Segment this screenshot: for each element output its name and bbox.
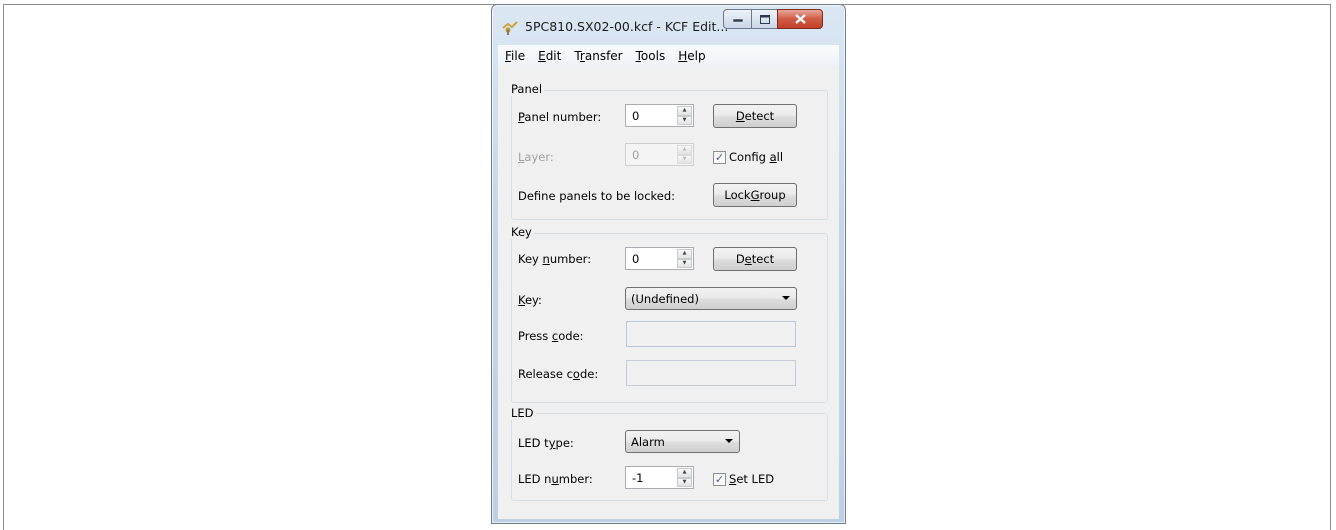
checkmark-icon: ✓ bbox=[713, 150, 726, 164]
key-number-spinner[interactable]: 0 ▲ ▼ bbox=[625, 247, 694, 270]
config-all-label: Config all bbox=[729, 150, 784, 164]
press-code-field[interactable] bbox=[626, 321, 796, 347]
menu-transfer[interactable]: Transfer bbox=[567, 49, 628, 63]
set-led-label: Set LED bbox=[729, 472, 775, 486]
panel-detect-button[interactable]: Detect bbox=[713, 104, 797, 128]
close-icon bbox=[794, 14, 806, 24]
spin-up-icon[interactable]: ▲ bbox=[677, 145, 692, 155]
press-code-label: Press code: bbox=[518, 329, 584, 343]
panel-number-label: Panel number: bbox=[518, 110, 602, 124]
menu-file[interactable]: File bbox=[498, 49, 531, 63]
layer-label: Layer: bbox=[518, 150, 554, 164]
minimize-icon bbox=[732, 18, 743, 22]
maximize-button[interactable] bbox=[751, 9, 777, 29]
led-group-title: LED bbox=[511, 406, 536, 420]
menu-help[interactable]: Help bbox=[671, 49, 711, 63]
key-number-spin-buttons: ▲ ▼ bbox=[677, 249, 692, 268]
checkmark-icon: ✓ bbox=[713, 472, 726, 486]
title-bar[interactable]: 5PC810.SX02-00.kcf - KCF Edit... bbox=[492, 5, 845, 43]
client-area: Panel Panel number: 0 ▲ ▼ Detect Layer: … bbox=[498, 66, 839, 519]
spin-down-icon[interactable]: ▼ bbox=[677, 258, 692, 268]
menu-tools[interactable]: Tools bbox=[629, 49, 672, 63]
release-code-label: Release code: bbox=[518, 367, 599, 381]
spin-down-icon[interactable]: ▼ bbox=[677, 154, 692, 164]
led-type-value: Alarm bbox=[631, 435, 665, 449]
panel-number-spinner[interactable]: 0 ▲ ▼ bbox=[625, 104, 694, 127]
set-led-checkbox[interactable]: ✓ Set LED bbox=[713, 471, 774, 487]
layer-spin-buttons: ▲ ▼ bbox=[677, 145, 692, 164]
dropdown-arrow-icon bbox=[782, 296, 790, 300]
lock-group-button[interactable]: Lock Group bbox=[713, 183, 797, 207]
led-number-label: LED number: bbox=[518, 472, 593, 486]
panel-group-title: Panel bbox=[511, 82, 545, 96]
panel-number-spin-buttons: ▲ ▼ bbox=[677, 106, 692, 125]
spin-down-icon[interactable]: ▼ bbox=[677, 115, 692, 125]
menu-bar: File Edit Transfer Tools Help bbox=[498, 45, 839, 67]
layer-value: 0 bbox=[632, 148, 640, 162]
lock-panels-label: Define panels to be locked: bbox=[518, 189, 676, 203]
window-title: 5PC810.SX02-00.kcf - KCF Edit... bbox=[525, 19, 729, 34]
spin-down-icon[interactable]: ▼ bbox=[677, 477, 692, 487]
config-all-checkbox[interactable]: ✓ Config all bbox=[713, 149, 783, 165]
dropdown-arrow-icon bbox=[725, 439, 733, 443]
led-type-select[interactable]: Alarm bbox=[625, 430, 740, 453]
key-select-value: (Undefined) bbox=[631, 292, 699, 306]
led-type-label: LED type: bbox=[518, 436, 574, 450]
kcf-editor-window: 5PC810.SX02-00.kcf - KCF Edit... File Ed… bbox=[491, 4, 846, 524]
release-code-field[interactable] bbox=[626, 360, 796, 386]
panel-number-value: 0 bbox=[632, 109, 640, 123]
key-detect-button[interactable]: De tect bbox=[713, 247, 797, 271]
maximize-icon bbox=[759, 14, 770, 24]
key-number-value: 0 bbox=[632, 252, 640, 266]
key-group-title: Key bbox=[511, 225, 534, 239]
key-number-label: Key number: bbox=[518, 252, 592, 266]
spin-up-icon[interactable]: ▲ bbox=[677, 468, 692, 478]
spin-up-icon[interactable]: ▲ bbox=[677, 106, 692, 116]
key-label: Key: bbox=[518, 293, 542, 307]
close-button[interactable] bbox=[777, 9, 823, 29]
key-select[interactable]: (Undefined) bbox=[625, 287, 797, 310]
app-icon bbox=[502, 21, 518, 35]
led-number-spinner[interactable]: -1 ▲ ▼ bbox=[625, 466, 694, 489]
caption-buttons bbox=[723, 9, 823, 29]
menu-edit[interactable]: Edit bbox=[531, 49, 567, 63]
spin-up-icon[interactable]: ▲ bbox=[677, 249, 692, 259]
led-number-value: -1 bbox=[632, 471, 644, 485]
layer-spinner[interactable]: 0 ▲ ▼ bbox=[625, 143, 694, 166]
led-number-spin-buttons: ▲ ▼ bbox=[677, 468, 692, 487]
minimize-button[interactable] bbox=[723, 9, 751, 29]
